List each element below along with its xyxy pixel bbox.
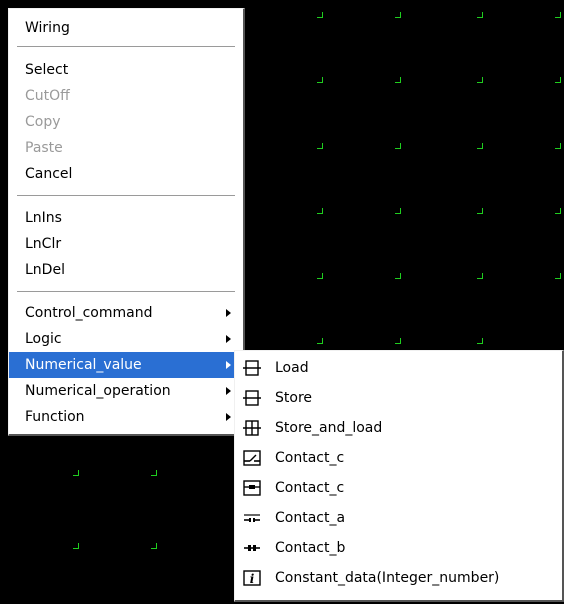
submenu-arrow-icon bbox=[226, 335, 231, 343]
submenu-item-label: Contact_b bbox=[275, 540, 346, 556]
grid-mark bbox=[395, 273, 401, 279]
menu-item-label: LnDel bbox=[25, 262, 65, 278]
menu-item-cancel[interactable]: Cancel bbox=[9, 161, 243, 187]
submenu-item-store-and-load[interactable]: Store_and_load bbox=[235, 413, 562, 443]
submenu-arrow-icon bbox=[226, 309, 231, 317]
submenu-item-contact-c[interactable]: Contact_c bbox=[235, 443, 562, 473]
submenu-item-label: Load bbox=[275, 360, 309, 376]
contact-c-alt-icon bbox=[243, 480, 261, 496]
menu-item-label: LnClr bbox=[25, 236, 62, 252]
menu-item-label: CutOff bbox=[25, 88, 70, 104]
menu-item-label: Function bbox=[25, 409, 85, 425]
submenu-arrow-icon bbox=[226, 387, 231, 395]
submenu-item-contact-a[interactable]: Contact_a bbox=[235, 503, 562, 533]
grid-mark bbox=[477, 208, 483, 214]
grid-mark bbox=[395, 338, 401, 344]
load-icon bbox=[243, 360, 261, 376]
menu-item-select[interactable]: Select bbox=[9, 57, 243, 83]
menu-item-label: Logic bbox=[25, 331, 62, 347]
menu-item-cutoff: CutOff bbox=[9, 83, 243, 109]
grid-mark bbox=[317, 12, 323, 18]
menu-item-numerical-operation[interactable]: Numerical_operation bbox=[9, 378, 243, 404]
submenu-item-label: Contact_c bbox=[275, 480, 345, 496]
submenu-item-label: Contact_c bbox=[275, 450, 345, 466]
grid-mark bbox=[477, 143, 483, 149]
menu-item-label: Select bbox=[25, 62, 69, 78]
menu-item-label: Copy bbox=[25, 114, 61, 130]
menu-item-wiring[interactable]: Wiring bbox=[9, 15, 243, 41]
grid-mark bbox=[317, 273, 323, 279]
grid-mark bbox=[477, 338, 483, 344]
submenu-item-contact-c-alt[interactable]: Contact_c bbox=[235, 473, 562, 503]
submenu-item-label: Contact_a bbox=[275, 510, 346, 526]
grid-mark bbox=[395, 12, 401, 18]
menu-item-logic[interactable]: Logic bbox=[9, 326, 243, 352]
menu-item-numerical-value[interactable]: Numerical_value bbox=[9, 352, 243, 378]
menu-item-label: Paste bbox=[25, 140, 63, 156]
grid-mark bbox=[395, 208, 401, 214]
constant-data-icon: i bbox=[243, 570, 261, 586]
menu-item-label: Control_command bbox=[25, 305, 153, 321]
menu-item-paste: Paste bbox=[9, 135, 243, 161]
grid-mark bbox=[73, 470, 79, 476]
grid-mark bbox=[555, 273, 561, 279]
submenu-item-label: Store bbox=[275, 390, 313, 406]
numerical-value-submenu: Load Store Store_and_load Contact_c Cont… bbox=[234, 350, 564, 602]
menu-separator bbox=[17, 195, 235, 197]
submenu-item-label: Store_and_load bbox=[275, 420, 383, 436]
grid-mark bbox=[555, 208, 561, 214]
grid-mark bbox=[317, 77, 323, 83]
submenu-item-contact-b[interactable]: Contact_b bbox=[235, 533, 562, 563]
menu-item-function[interactable]: Function bbox=[9, 404, 243, 430]
contact-a-icon bbox=[244, 514, 260, 522]
menu-item-label: Numerical_value bbox=[25, 357, 142, 373]
menu-item-copy: Copy bbox=[9, 109, 243, 135]
grid-mark bbox=[395, 77, 401, 83]
grid-mark bbox=[395, 143, 401, 149]
menu-separator bbox=[17, 46, 235, 48]
menu-item-control-command[interactable]: Control_command bbox=[9, 300, 243, 326]
context-menu: Wiring Select CutOff Copy Paste Cancel L… bbox=[8, 8, 245, 436]
grid-mark bbox=[477, 273, 483, 279]
store-icon bbox=[243, 390, 261, 406]
menu-item-lnclr[interactable]: LnClr bbox=[9, 231, 243, 257]
submenu-item-constant-data[interactable]: i Constant_data(Integer_number) bbox=[235, 563, 562, 593]
svg-text:i: i bbox=[250, 572, 255, 586]
menu-item-label: Cancel bbox=[25, 166, 73, 182]
grid-mark bbox=[555, 12, 561, 18]
menu-item-label: Wiring bbox=[25, 20, 70, 36]
contact-b-icon bbox=[244, 545, 260, 551]
grid-mark bbox=[317, 208, 323, 214]
grid-mark bbox=[555, 77, 561, 83]
menu-item-lnins[interactable]: LnIns bbox=[9, 205, 243, 231]
menu-item-label: Numerical_operation bbox=[25, 383, 171, 399]
grid-mark bbox=[555, 143, 561, 149]
menu-separator bbox=[17, 291, 235, 293]
grid-mark bbox=[317, 143, 323, 149]
grid-mark bbox=[151, 543, 157, 549]
submenu-item-label: Constant_data(Integer_number) bbox=[275, 570, 500, 586]
grid-mark bbox=[73, 543, 79, 549]
grid-mark bbox=[477, 12, 483, 18]
grid-mark bbox=[477, 77, 483, 83]
grid-mark bbox=[151, 470, 157, 476]
submenu-item-store[interactable]: Store bbox=[235, 383, 562, 413]
contact-c-icon bbox=[243, 450, 261, 466]
menu-item-label: LnIns bbox=[25, 210, 62, 226]
store-and-load-icon bbox=[243, 420, 261, 436]
submenu-arrow-icon bbox=[226, 413, 231, 421]
menu-item-lndel[interactable]: LnDel bbox=[9, 257, 243, 283]
grid-mark bbox=[317, 338, 323, 344]
submenu-arrow-icon bbox=[226, 361, 231, 369]
submenu-item-load[interactable]: Load bbox=[235, 353, 562, 383]
